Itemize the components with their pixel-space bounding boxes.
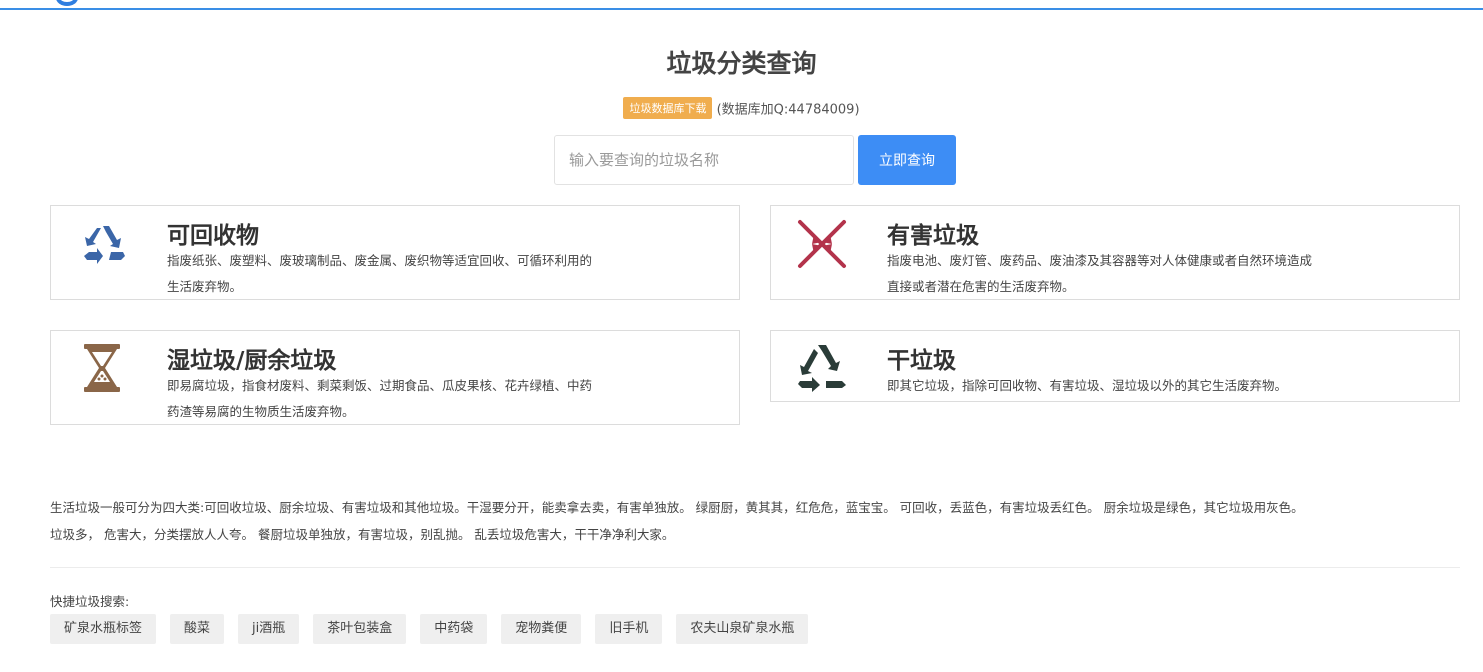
quick-tag[interactable]: 酸菜 [170,614,225,644]
category-description: 即易腐垃圾，指食材废料、剩菜剩饭、过期食品、瓜皮果核、花卉绿植、中药 药渣等易腐… [167,378,593,419]
search-input[interactable] [554,135,854,185]
triangle-recycle-icon [792,337,852,397]
category-card-recyclable[interactable]: 可回收物 指废纸张、废塑料、废玻璃制品、废金属、废织物等适宜回收、可循环利用的 … [50,205,740,300]
quick-tag[interactable]: 中药袋 [420,614,488,644]
recycle-arrows-icon [75,214,135,274]
category-description: 指废纸张、废塑料、废玻璃制品、废金属、废织物等适宜回收、可循环利用的 生活废弃物… [167,253,593,294]
category-card-wet[interactable]: 湿垃圾/厨余垃圾 即易腐垃圾，指食材废料、剩菜剩饭、过期食品、瓜皮果核、花卉绿植… [50,330,740,425]
category-card-dry[interactable]: 干垃圾 即其它垃圾，指除可回收物、有害垃圾、湿垃圾以外的其它生活废弃物。 [770,330,1460,402]
database-download-badge[interactable]: 垃圾数据库下载 [623,97,713,119]
category-card-hazardous[interactable]: 有害垃圾 指废电池、废灯管、废药品、废油漆及其容器等对人体健康或者自然环境造成 … [770,205,1460,300]
top-nav-bar [0,0,1483,10]
logo-icon[interactable] [56,0,78,6]
sorting-summary: 生活垃圾一般可分为四大类:可回收垃圾、厨余垃圾、有害垃圾和其他垃圾。干湿要分开，… [50,500,1304,542]
category-title: 可回收物 [167,223,259,249]
quick-tag[interactable]: 宠物粪便 [501,614,582,644]
hourglass-icon [72,338,132,398]
database-info: 垃圾数据库下载 (数据库加Q:44784009) [0,97,1483,119]
quick-search-tags: 矿泉水瓶标签 酸菜 ji酒瓶 茶叶包装盒 中药袋 宠物粪便 旧手机 农夫山泉矿泉… [50,614,809,644]
category-description: 即其它垃圾，指除可回收物、有害垃圾、湿垃圾以外的其它生活废弃物。 [887,378,1288,393]
page-title: 垃圾分类查询 [666,49,817,78]
quick-tag[interactable]: 茶叶包装盒 [313,614,407,644]
quick-tag[interactable]: 矿泉水瓶标签 [50,614,157,644]
category-title: 干垃圾 [887,348,956,374]
quick-tag[interactable]: ji酒瓶 [238,614,300,644]
hazard-arrows-icon [792,214,852,274]
category-description: 指废电池、废灯管、废药品、废油漆及其容器等对人体健康或者自然环境造成 直接或者潜… [887,253,1313,294]
divider [50,567,1460,568]
category-title: 有害垃圾 [887,223,979,249]
category-title: 湿垃圾/厨余垃圾 [167,348,337,374]
search-button[interactable]: 立即查询 [858,135,956,185]
quick-search-label: 快捷垃圾搜索: [50,594,130,609]
quick-tag[interactable]: 农夫山泉矿泉水瓶 [676,614,809,644]
quick-tag[interactable]: 旧手机 [595,614,663,644]
database-contact-note: (数据库加Q:44784009) [716,102,860,118]
